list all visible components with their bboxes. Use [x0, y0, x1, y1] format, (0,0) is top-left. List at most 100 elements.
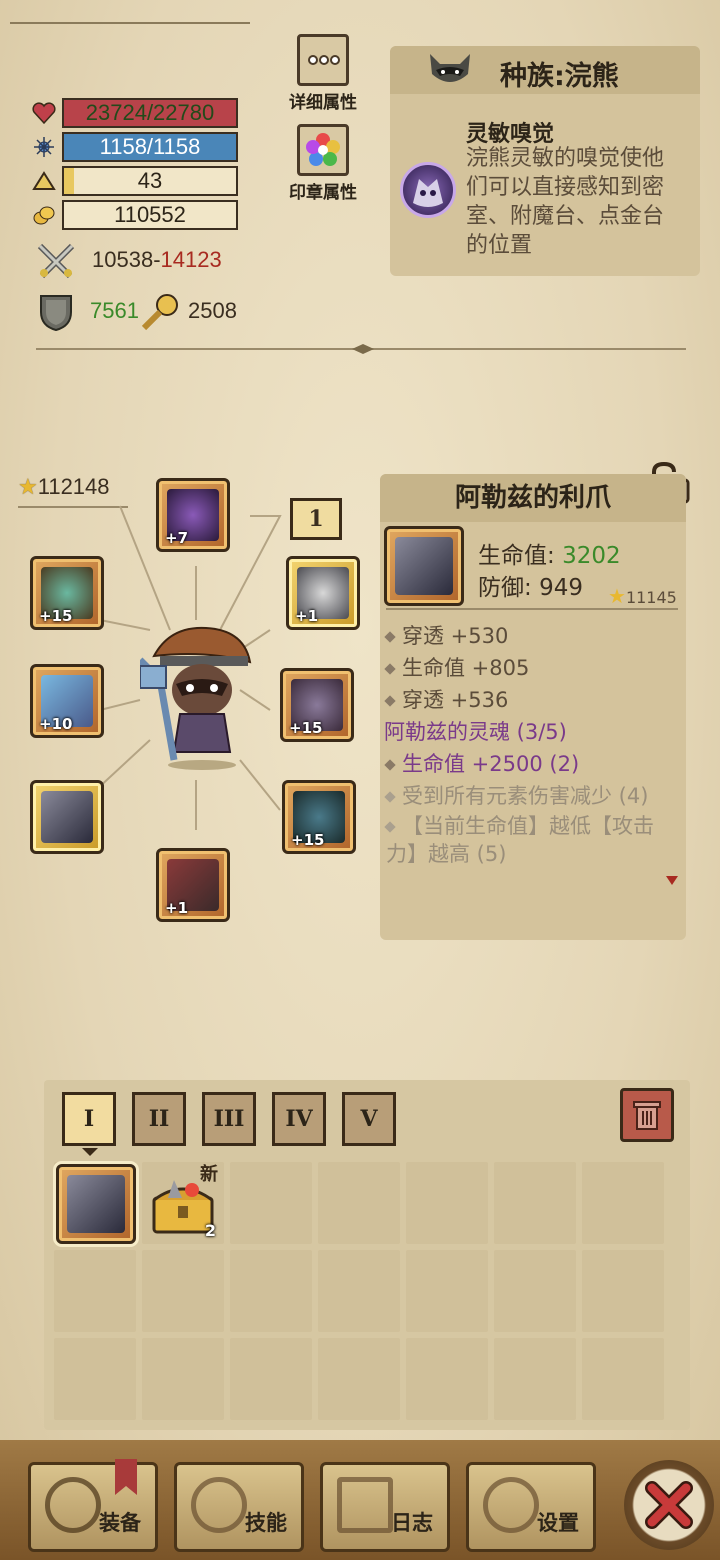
- inventory-slot[interactable]: [494, 1162, 576, 1244]
- inventory-slot[interactable]: [230, 1250, 312, 1332]
- hp-bar: 23724/22780: [62, 98, 238, 128]
- attr-line: 生命值 +805: [384, 652, 530, 682]
- inventory-slot[interactable]: [142, 1338, 224, 1420]
- inventory-slot[interactable]: [494, 1338, 576, 1420]
- set-bonus-inactive: 【当前生命值】越低【攻击力】越高 (5): [384, 812, 666, 868]
- scroll-down-indicator[interactable]: [666, 876, 678, 885]
- item-title: 阿勒兹的利爪: [380, 474, 686, 522]
- race-skill-icon: [400, 162, 456, 218]
- inventory-tab-5[interactable]: V: [342, 1092, 396, 1146]
- defense-value: 7561: [90, 298, 139, 323]
- nav-skill-button[interactable]: 技能: [174, 1462, 304, 1552]
- close-button[interactable]: [624, 1460, 714, 1550]
- inventory-tab-1[interactable]: I: [62, 1092, 116, 1146]
- spark-icon: [34, 137, 54, 157]
- detail-attributes-label: 详细属性: [289, 93, 357, 113]
- inventory-slot[interactable]: [494, 1250, 576, 1332]
- boots-slot[interactable]: +1: [156, 848, 230, 922]
- inventory-panel: I II III IV V 新 2: [44, 1080, 690, 1430]
- attr-text: 生命值 +805: [402, 656, 530, 680]
- inventory-slot[interactable]: [582, 1250, 664, 1332]
- inventory-tab-2[interactable]: II: [132, 1092, 186, 1146]
- dots-icon: [297, 34, 349, 86]
- diamond-bullet-icon: [384, 631, 396, 643]
- claw-slot[interactable]: [30, 780, 104, 854]
- race-skill-desc: 浣熊灵敏的嗅觉使他们可以直接感知到密室、附魔台、点金台的位置: [466, 146, 665, 258]
- amulet-level: +15: [39, 607, 73, 625]
- armor-level: +15: [291, 831, 325, 849]
- inventory-slot[interactable]: [230, 1162, 312, 1244]
- axe-icon: [45, 1477, 101, 1533]
- nav-settings-button[interactable]: 设置: [466, 1462, 596, 1552]
- inventory-slot[interactable]: [318, 1250, 400, 1332]
- nav-log-label: 日志: [391, 1511, 433, 1535]
- chest-count: 2: [204, 1221, 216, 1240]
- top-divider: [10, 22, 250, 24]
- trash-button[interactable]: [620, 1088, 674, 1142]
- inventory-slot[interactable]: [406, 1250, 488, 1332]
- item-hp-value: 3202: [562, 543, 621, 569]
- hp-value: 23724/22780: [85, 100, 215, 125]
- inventory-slot[interactable]: [142, 1250, 224, 1332]
- close-icon: [645, 1481, 693, 1529]
- bookmark-ribbon: [115, 1459, 137, 1495]
- inventory-tab-4[interactable]: IV: [272, 1092, 326, 1146]
- diamond-bullet-icon: [384, 695, 396, 707]
- detail-attributes-button[interactable]: 详细属性: [278, 34, 368, 113]
- coin-pile-icon: [33, 206, 55, 225]
- nav-settings-label: 设置: [537, 1511, 579, 1535]
- crit-value: 2508: [188, 298, 237, 323]
- shoulder-slot[interactable]: +15: [280, 668, 354, 742]
- mp-stat: 1158/1158: [32, 132, 242, 162]
- diamond-bullet-icon: [384, 791, 396, 803]
- inventory-slot[interactable]: [406, 1162, 488, 1244]
- inventory-slot[interactable]: [318, 1162, 400, 1244]
- inventory-slot[interactable]: [318, 1338, 400, 1420]
- diamond-bullet-icon: [384, 759, 396, 771]
- item-def: 防御: 949: [478, 568, 583, 602]
- helmet-slot[interactable]: +7: [156, 478, 230, 552]
- attr-line: 穿透 +536: [384, 684, 508, 714]
- attack-range: 10538-14123: [92, 247, 222, 273]
- armor-slot[interactable]: +15: [282, 780, 356, 854]
- attr-line: 穿透 +530: [384, 620, 509, 650]
- inventory-slot[interactable]: [406, 1338, 488, 1420]
- attack-sep: -: [153, 247, 161, 272]
- weapon-slot[interactable]: +10: [30, 664, 104, 738]
- attr-text: 穿透 +530: [402, 624, 509, 648]
- inventory-tab-3[interactable]: III: [202, 1092, 256, 1146]
- nav-equip-button[interactable]: 装备: [28, 1459, 158, 1552]
- item-score: ★11145: [608, 584, 677, 608]
- necklace-level: +1: [295, 607, 319, 625]
- nav-skill-label: 技能: [245, 1511, 287, 1535]
- active-tab-marker: [82, 1148, 98, 1156]
- nav-log-button[interactable]: 日志: [320, 1462, 450, 1552]
- inventory-item-claw[interactable]: [56, 1164, 136, 1244]
- item-def-label: 防御:: [478, 575, 540, 601]
- skill-star-icon: [191, 1477, 247, 1533]
- scepter-icon: [141, 294, 178, 331]
- diamond-bullet-icon: [384, 821, 396, 833]
- inventory-item-chest[interactable]: 新 2: [148, 1164, 220, 1240]
- set-bonus-3-text: 【当前生命值】越低【攻击力】越高 (5): [386, 814, 654, 866]
- inventory-slot[interactable]: [54, 1250, 136, 1332]
- amulet-slot[interactable]: +15: [30, 556, 104, 630]
- trash-icon: [633, 1101, 661, 1130]
- set-bonus-active: 生命值 +2500 (2): [384, 748, 579, 778]
- item-hp: 生命值: 3202: [478, 536, 621, 570]
- inventory-slot[interactable]: [230, 1338, 312, 1420]
- character-avatar[interactable]: [137, 620, 270, 770]
- new-badge: 新: [200, 1164, 218, 1185]
- inventory-slot[interactable]: [582, 1162, 664, 1244]
- necklace-slot[interactable]: +1: [286, 556, 360, 630]
- race-panel: 种族:浣熊 灵敏嗅觉 浣熊灵敏的嗅觉使他们可以直接感知到密室、附魔台、点金台的位…: [390, 46, 700, 276]
- level-value: 43: [137, 168, 163, 193]
- inventory-slot[interactable]: [54, 1338, 136, 1420]
- seal-attributes-button[interactable]: 印章属性: [278, 124, 368, 203]
- item-separator: [386, 608, 678, 610]
- inventory-slot[interactable]: [582, 1338, 664, 1420]
- lock-number-box[interactable]: 1: [290, 498, 342, 540]
- gold-value: 110552: [114, 202, 186, 227]
- shield-icon: [40, 295, 72, 332]
- race-header: 种族:浣熊: [390, 46, 700, 94]
